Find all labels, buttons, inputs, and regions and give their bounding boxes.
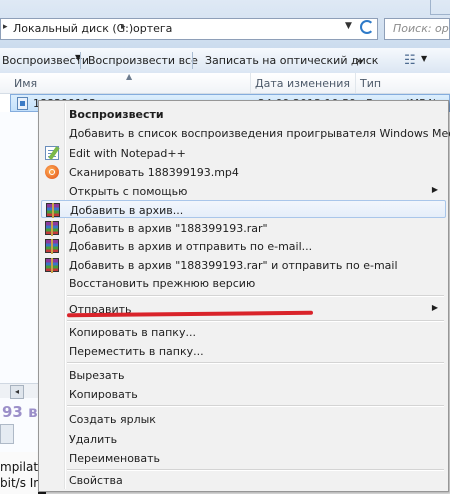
menu-item-label: Воспроизвести: [69, 108, 164, 121]
menu-item-play[interactable]: Воспроизвести: [41, 105, 446, 123]
breadcrumb-drive[interactable]: Локальный диск (G:): [13, 22, 133, 35]
breadcrumb-arrow-icon[interactable]: ▸: [121, 22, 126, 32]
menu-item-label: Переместить в папку...: [69, 345, 204, 358]
column-divider[interactable]: [250, 73, 251, 93]
menu-item-label: Копировать: [69, 388, 138, 401]
left-pane: [0, 112, 38, 494]
menu-item-edit-notepadpp[interactable]: Edit with Notepad++: [41, 144, 446, 162]
menu-separator: [67, 320, 444, 322]
column-type[interactable]: Тип: [360, 77, 381, 90]
horizontal-scrollbar[interactable]: ◂: [0, 383, 40, 399]
column-date[interactable]: Дата изменения: [255, 77, 350, 90]
menu-item-copy-to-folder[interactable]: Копировать в папку...: [41, 323, 446, 341]
winrar-icon: [45, 258, 59, 273]
command-toolbar: Воспроизвести ▼ Воспроизвести все Записа…: [0, 48, 450, 74]
column-divider[interactable]: [355, 73, 356, 93]
menu-item-label: Переименовать: [69, 452, 161, 465]
play-all-button[interactable]: Воспроизвести все: [88, 54, 198, 67]
menu-item-label: Копировать в папку...: [69, 326, 196, 339]
menu-item-open-with[interactable]: Открыть с помощью ▶: [41, 182, 446, 200]
view-options-icon[interactable]: ☷: [404, 53, 416, 68]
toolbar-separator: [80, 52, 81, 69]
menu-item-add-to-rar[interactable]: Добавить в архив "188399193.rar": [41, 219, 446, 237]
menu-item-label: Edit with Notepad++: [69, 147, 186, 160]
column-name[interactable]: Имя: [14, 77, 37, 90]
menu-item-create-shortcut[interactable]: Создать ярлык: [41, 410, 446, 428]
menu-item-label: Сканировать 188399193.mp4: [69, 166, 239, 179]
menu-item-label: Добавить в архив...: [70, 204, 184, 217]
breadcrumb-folder[interactable]: ортега: [133, 22, 172, 35]
sort-ascending-icon: ▲: [126, 72, 133, 81]
video-file-icon: [17, 97, 28, 110]
breadcrumb-arrow-icon[interactable]: ▸: [3, 22, 8, 32]
menu-item-label: Добавить в список воспроизведения проигр…: [69, 127, 450, 140]
menu-item-label: Добавить в архив "188399193.rar": [69, 222, 268, 235]
column-header-row: ▲ Имя Дата изменения Тип: [0, 72, 450, 94]
nav-pane-edge: [0, 424, 14, 444]
menu-item-restore-previous[interactable]: Восстановить прежнюю версию: [41, 274, 446, 292]
menu-item-label: Добавить в архив "188399193.rar" и отпра…: [69, 259, 398, 272]
menu-item-copy[interactable]: Копировать: [41, 385, 446, 403]
scroll-left-icon[interactable]: ◂: [10, 385, 24, 399]
menu-item-scan[interactable]: Сканировать 188399193.mp4: [41, 163, 446, 181]
window-corner: [430, 0, 450, 15]
submenu-arrow-icon: ▶: [431, 185, 438, 194]
toolbar-separator: [192, 52, 193, 69]
menu-item-add-to-archive[interactable]: Добавить в архив...: [41, 200, 446, 218]
winrar-icon: [46, 203, 60, 218]
address-dropdown-icon[interactable]: ▼: [345, 21, 352, 31]
winrar-icon: [45, 221, 59, 236]
menu-separator: [67, 405, 444, 407]
view-dropdown-icon[interactable]: ▼: [421, 54, 427, 63]
search-input[interactable]: Поиск: ортега: [384, 18, 450, 40]
menu-item-cut[interactable]: Вырезать: [41, 366, 446, 384]
menu-separator: [67, 295, 444, 297]
menu-item-label: Открыть с помощью: [69, 185, 188, 198]
preview-title-text: 93 в: [2, 403, 38, 421]
menu-item-delete[interactable]: Удалить: [41, 430, 446, 448]
address-bar-area: ▸ Локальный диск (G:) ▸ ортега ▼ Поиск: …: [0, 0, 450, 49]
menu-item-rar-and-email[interactable]: Добавить в архив "188399193.rar" и отпра…: [41, 256, 446, 274]
menu-item-label: Вырезать: [69, 369, 125, 382]
more-commands-button[interactable]: »: [356, 54, 363, 67]
menu-item-move-to-folder[interactable]: Переместить в папку...: [41, 342, 446, 360]
burn-button[interactable]: Записать на оптический диск: [205, 54, 378, 67]
notepadpp-icon: [45, 146, 59, 160]
menu-item-label: Добавить в архив и отправить по e-mail..…: [69, 240, 313, 253]
address-field[interactable]: ▸ Локальный диск (G:) ▸ ортега: [0, 18, 378, 40]
antivirus-scan-icon: [45, 165, 59, 179]
menu-item-archive-and-email[interactable]: Добавить в архив и отправить по e-mail..…: [41, 237, 446, 255]
details-pane: mpilatio bit/s Inte: [0, 452, 53, 494]
winrar-icon: [45, 239, 59, 254]
menu-item-label: Удалить: [69, 433, 118, 446]
menu-item-rename[interactable]: Переименовать: [41, 449, 446, 467]
menu-item-label: Свойства: [69, 474, 123, 487]
menu-item-label: Восстановить прежнюю версию: [69, 277, 256, 290]
menu-item-properties[interactable]: Свойства: [41, 471, 446, 489]
menu-separator: [67, 362, 444, 364]
context-menu: Воспроизвести Добавить в список воспроиз…: [38, 100, 450, 492]
submenu-arrow-icon: ▶: [431, 303, 438, 312]
menu-item-label: Создать ярлык: [69, 413, 156, 426]
menu-item-add-to-wmp-playlist[interactable]: Добавить в список воспроизведения проигр…: [41, 124, 450, 142]
refresh-icon[interactable]: [360, 20, 374, 34]
